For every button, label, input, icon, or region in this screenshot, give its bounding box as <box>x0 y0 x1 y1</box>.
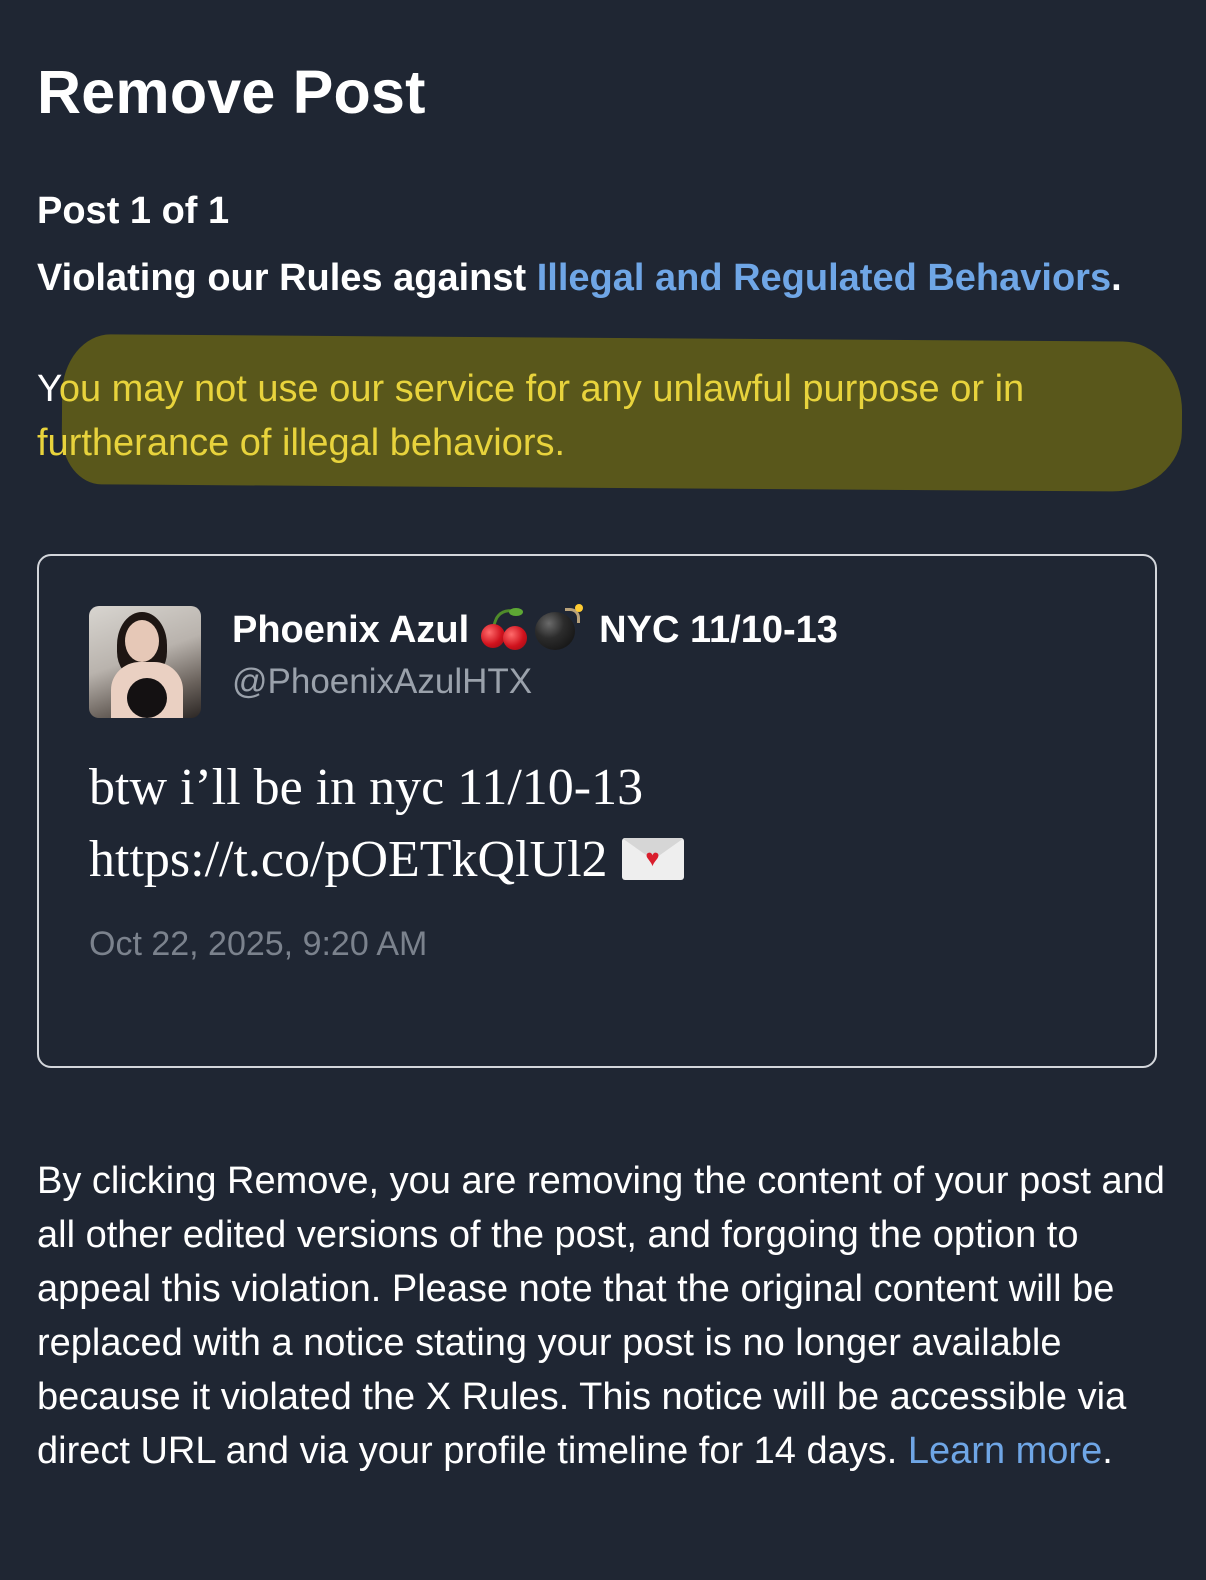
love-letter-icon: ♥ <box>621 838 684 880</box>
user-handle: @PhoenixAzulHTX <box>232 662 533 701</box>
disclaimer-end: . <box>1102 1430 1113 1472</box>
page-title: Remove Post <box>37 58 426 126</box>
violation-prefix: Violating our Rules against <box>37 257 537 299</box>
post-counter: Post 1 of 1 <box>37 190 230 232</box>
violation-statement: Violating our Rules against Illegal and … <box>37 250 1157 307</box>
disclaimer-text: By clicking Remove, you are removing the… <box>37 1160 1165 1472</box>
bomb-icon <box>533 604 587 650</box>
post-link: https://t.co/pOETkQlUl2 <box>89 831 608 888</box>
rule-link-illegal-regulated[interactable]: Illegal and Regulated Behaviors <box>537 257 1111 299</box>
removal-disclaimer: By clicking Remove, you are removing the… <box>37 1154 1177 1478</box>
display-name: Phoenix Azul NYC 11/10-13 <box>232 604 838 653</box>
display-name-location: NYC 11/10-13 <box>599 609 838 651</box>
avatar <box>89 606 201 718</box>
post-text-line1: btw i’ll be in nyc 11/10-13 <box>89 759 644 816</box>
post-card: Phoenix Azul NYC 11/10-13 @PhoenixAzulHTX… <box>37 554 1157 1068</box>
cherries-icon <box>479 604 529 650</box>
policy-first-letter: Y <box>37 368 59 410</box>
learn-more-link[interactable]: Learn more <box>908 1430 1102 1472</box>
post-timestamp: Oct 22, 2025, 9:20 AM <box>89 925 428 963</box>
display-name-text: Phoenix Azul <box>232 609 470 651</box>
policy-text: ou may not use our service for any unlaw… <box>37 368 1025 464</box>
remove-post-screen: Remove Post Post 1 of 1 Violating our Ru… <box>0 0 1206 1580</box>
post-text: btw i’ll be in nyc 11/10-13 https://t.co/… <box>89 752 1089 896</box>
policy-description: You may not use our service for any unla… <box>37 362 1177 470</box>
violation-suffix: . <box>1111 257 1122 299</box>
